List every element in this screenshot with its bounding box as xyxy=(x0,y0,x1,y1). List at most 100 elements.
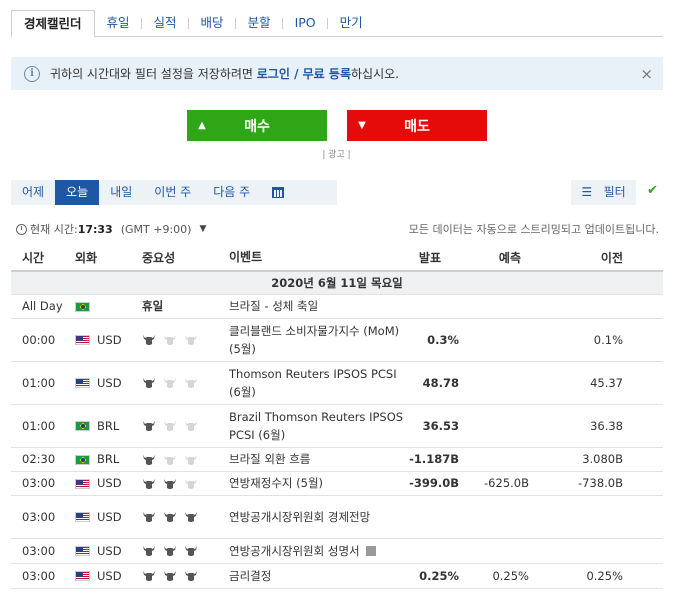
clock-icon xyxy=(16,223,27,235)
event-actual: 0.3% xyxy=(407,318,461,362)
importance-bull-icon xyxy=(184,544,205,558)
event-currency: USD xyxy=(75,538,142,564)
header-actual[interactable]: 발표 xyxy=(407,244,461,272)
tab-2[interactable]: 실적 xyxy=(142,10,189,37)
event-importance xyxy=(142,318,229,362)
tab-6[interactable]: 만기 xyxy=(328,10,375,37)
table-header: 시간 외화 중요성 이벤트 발표 예측 이전 xyxy=(11,244,663,272)
importance-bull-icon xyxy=(184,476,205,490)
tab-1[interactable]: 휴일 xyxy=(95,10,142,37)
calendar-tabs: 경제캘린더 휴일 실적 배당 분할 IPO 만기 xyxy=(11,10,663,38)
event-forecast xyxy=(461,294,529,319)
event-currency: USD xyxy=(75,318,142,362)
date-nav: 어제 오늘 내일 이번 주 다음 주 xyxy=(11,180,337,205)
tab-5[interactable]: IPO xyxy=(283,10,328,37)
tab-3[interactable]: 배당 xyxy=(189,10,236,37)
event-name[interactable]: Thomson Reuters IPSOS PCSI (6월) xyxy=(229,361,407,405)
flag-us-icon xyxy=(75,512,90,522)
tab-0[interactable]: 경제캘린더 xyxy=(11,10,95,38)
sell-button[interactable]: ▼ 매도 xyxy=(347,110,487,141)
table-row[interactable]: All Day 휴일 브라질 - 성체 축일 xyxy=(11,294,663,319)
date-nav-item-1[interactable]: 오늘 xyxy=(55,180,100,205)
day-label: 2020년 6월 11일 목요일 xyxy=(11,271,663,295)
event-time: 03:00 xyxy=(11,471,75,496)
table-row[interactable]: 03:00 USD 연방공개시장위원회 경제전망 xyxy=(11,495,663,539)
event-currency: USD xyxy=(75,471,142,496)
header-currency[interactable]: 외화 xyxy=(75,244,142,272)
table-row[interactable]: 03:00 USD 금리결정 0.25% 0.25% 0.25% xyxy=(11,563,663,589)
document-icon[interactable] xyxy=(365,546,376,556)
header-forecast[interactable]: 예측 xyxy=(461,244,529,272)
table-row[interactable]: 03:00 USD 연방재정수지 (5월) -399.0B -625.0B -738.0B xyxy=(11,471,663,496)
table-row[interactable]: 01:00 USD Thomson Reuters IPSOS PCSI (6월) 4… xyxy=(11,361,663,405)
login-link[interactable]: 로그인 xyxy=(257,67,290,81)
event-time: 01:00 xyxy=(11,361,75,405)
tab-4[interactable]: 분할 xyxy=(236,10,283,37)
event-forecast xyxy=(461,404,529,448)
table-row[interactable]: 01:00 BRL Brazil Thomson Reuters IPSOS PCS… xyxy=(11,404,663,448)
importance-bull-icon xyxy=(163,569,184,583)
calendar-button[interactable] xyxy=(261,180,295,205)
event-importance: 휴일 xyxy=(142,294,229,319)
check-icon[interactable]: ✔ xyxy=(647,183,658,198)
event-actual xyxy=(407,294,461,319)
close-icon[interactable]: × xyxy=(640,65,653,83)
ad-label: | 광고 | xyxy=(322,150,351,160)
event-time: 02:30 xyxy=(11,447,75,472)
importance-bull-icon xyxy=(142,569,163,583)
date-nav-item-4[interactable]: 다음 주 xyxy=(202,180,261,205)
importance-bull-icon xyxy=(184,569,205,583)
event-forecast: -625.0B xyxy=(461,471,529,496)
event-previous: 45.37 xyxy=(529,361,663,405)
importance-bull-icon xyxy=(163,476,184,490)
importance-bull-icon xyxy=(184,419,205,433)
table-row[interactable]: 03:00 USD 연방공개시장위원회 성명서 xyxy=(11,538,663,564)
importance-bull-icon xyxy=(184,452,205,466)
header-previous[interactable]: 이전 xyxy=(529,244,663,272)
event-actual: 36.53 xyxy=(407,404,461,448)
date-nav-item-2[interactable]: 내일 xyxy=(99,180,143,205)
importance-bull-icon xyxy=(142,419,163,433)
chevron-down-icon: ▼ xyxy=(199,224,207,234)
importance-bull-icon xyxy=(163,544,184,558)
event-name[interactable]: Brazil Thomson Reuters IPSOS PCSI (6월) xyxy=(229,404,407,448)
event-name[interactable]: 클리블랜드 소비자물가지수 (MoM) (5월) xyxy=(229,318,407,362)
event-name[interactable]: 브라질 외환 흐름 xyxy=(229,447,407,472)
event-importance xyxy=(142,563,229,589)
event-time: 03:00 xyxy=(11,538,75,564)
date-nav-item-0[interactable]: 어제 xyxy=(11,180,55,205)
event-name[interactable]: 연방재정수지 (5월) xyxy=(229,471,407,496)
event-actual: 48.78 xyxy=(407,361,461,405)
flag-br-icon xyxy=(75,301,90,312)
event-actual xyxy=(407,495,461,539)
table-row[interactable]: 00:00 USD 클리블랜드 소비자물가지수 (MoM) (5월) 0.3% 0.1% xyxy=(11,318,663,362)
event-currency: BRL xyxy=(75,447,142,472)
event-forecast xyxy=(461,361,529,405)
event-name[interactable]: 연방공개시장위원회 경제전망 xyxy=(229,495,407,539)
event-actual: -1.187B xyxy=(407,447,461,472)
arrow-up-icon: ▲ xyxy=(198,120,206,131)
header-event[interactable]: 이벤트 xyxy=(229,244,407,272)
event-name[interactable]: 브라질 - 성체 축일 xyxy=(229,294,407,319)
current-time[interactable]: 현재 시간: 17:33 (GMT +9:00) ▼ xyxy=(16,221,206,237)
calendar-icon xyxy=(272,187,285,198)
buy-button[interactable]: ▲ 매수 xyxy=(187,110,327,141)
event-name[interactable]: 연방공개시장위원회 성명서 xyxy=(229,538,407,564)
info-banner: i 귀하의 시간대와 필터 설정을 저장하려면 로그인 / 무료 등록하십시오.… xyxy=(11,57,663,90)
header-importance[interactable]: 중요성 xyxy=(142,244,229,272)
event-actual xyxy=(407,538,461,564)
event-previous: 0.1% xyxy=(529,318,663,362)
importance-bull-icon xyxy=(184,510,205,524)
arrow-down-icon: ▼ xyxy=(358,120,366,131)
event-forecast: 0.25% xyxy=(461,563,529,589)
date-nav-item-3[interactable]: 이번 주 xyxy=(143,180,202,205)
event-time: 03:00 xyxy=(11,495,75,539)
filter-button[interactable]: ☰ 필터 xyxy=(571,180,636,205)
importance-bull-icon xyxy=(142,376,163,390)
event-name[interactable]: 금리결정 xyxy=(229,563,407,589)
sliders-icon: ☰ xyxy=(581,185,593,199)
table-row[interactable]: 02:30 BRL 브라질 외환 흐름 -1.187B 3.080B xyxy=(11,447,663,472)
register-link[interactable]: 무료 등록 xyxy=(303,67,351,81)
header-time[interactable]: 시간 xyxy=(11,244,75,272)
importance-bull-icon xyxy=(184,333,205,347)
